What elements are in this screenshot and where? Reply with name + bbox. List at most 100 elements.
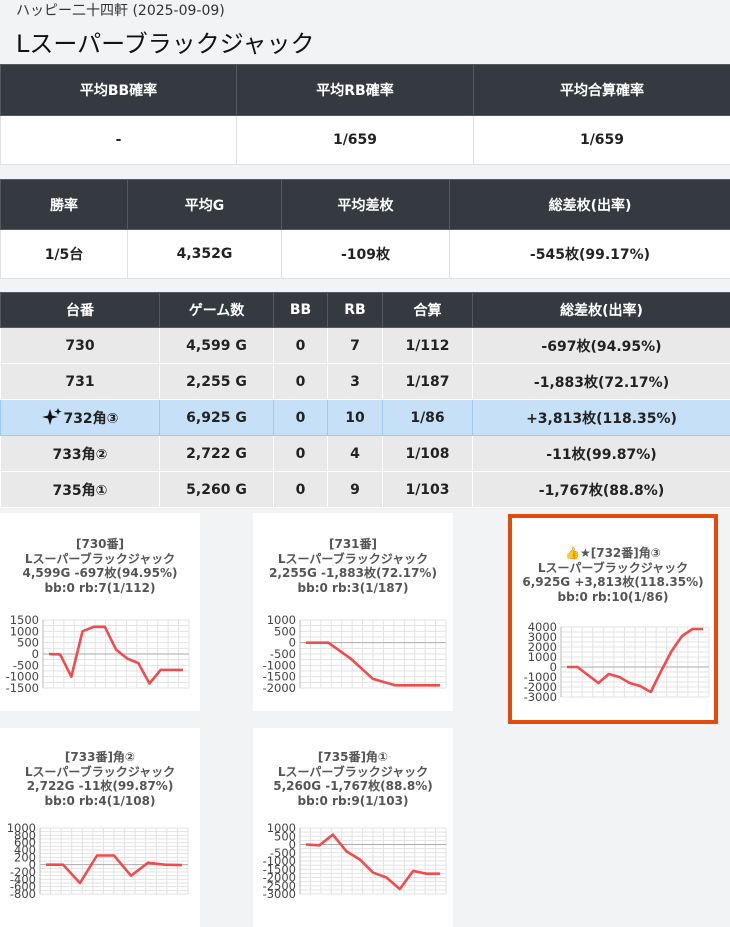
header-avg-games: 平均G — [127, 179, 282, 230]
games-cell: 4,599 G — [159, 327, 274, 364]
cell-text: 0 — [295, 373, 306, 390]
total-diff-cell: +3,813枚(118.35%) — [472, 399, 730, 436]
cell-text: 732角③ — [63, 411, 119, 427]
value-total-diff: -545枚(99.17%) — [449, 229, 730, 279]
y-tick-label: -3000 — [263, 887, 296, 901]
balance-line-chart: 40003000200010000-1000-2000-3000 — [524, 620, 710, 704]
cell-text: +3,813枚(118.35%) — [526, 410, 677, 427]
rb-cell: 3 — [327, 363, 383, 400]
cell-text: 0 — [295, 337, 306, 354]
cell-text: 733角② — [52, 446, 108, 463]
total-diff-cell: -697枚(94.95%) — [472, 327, 730, 364]
total-prob-cell: 1/187 — [382, 363, 473, 400]
header-rb: RB — [327, 292, 383, 328]
cell-text: 7 — [350, 337, 360, 354]
machine-row[interactable]: 731 2,255 G 0 3 1/187 -1,883枚(72.17%) — [0, 363, 730, 400]
cell-text: 10 — [345, 409, 365, 426]
value-avg-bb: - — [0, 115, 237, 165]
cell-text: 4 — [350, 445, 360, 462]
y-tick-label: -800 — [10, 887, 36, 901]
games-cell: 6,925 G — [159, 399, 274, 436]
value-avg-total: 1/659 — [473, 115, 730, 165]
header-bb: BB — [273, 292, 328, 328]
cell-text: -697枚(94.95%) — [541, 338, 662, 355]
cell-text: 6,925 G — [186, 409, 247, 426]
machine-table: 台番 ゲーム数 BB RB 合算 総差枚(出率) 730 4,599 G 0 7 1/1… — [0, 292, 730, 508]
machine-row[interactable]: 735角① 5,260 G 0 9 1/103 -1,767枚(88.8%) — [0, 471, 730, 508]
bb-cell: 0 — [273, 363, 328, 400]
summary-table-results: 勝率 平均G 平均差枚 総差枚(出率) 1/5台 4,352G -109枚 -5… — [0, 179, 730, 279]
value-win-rate: 1/5台 — [0, 229, 128, 279]
games-cell: 2,255 G — [159, 363, 274, 400]
total-diff-cell: -11枚(99.87%) — [472, 435, 730, 472]
bb-cell: 0 — [273, 327, 328, 364]
header-total-diff-rate: 総差枚(出率) — [472, 292, 730, 328]
machine-chart-card[interactable]: [735番]角① Lスーパーブラックジャック 5,260G -1,767枚(88.8… — [253, 728, 453, 927]
cell-text: 3 — [350, 373, 360, 390]
games-cell: 5,260 G — [159, 471, 274, 508]
total-diff-cell: -1,767枚(88.8%) — [472, 471, 730, 508]
total-diff-cell: -1,883枚(72.17%) — [472, 363, 730, 400]
cell-text: 735角① — [52, 482, 108, 499]
total-prob-cell: 1/103 — [382, 471, 473, 508]
header-avg-total: 平均合算確率 — [473, 64, 730, 116]
header-avg-bb: 平均BB確率 — [0, 64, 237, 116]
machine-number-cell: 735角① — [0, 471, 160, 508]
cell-text: 0 — [295, 481, 306, 498]
cell-text: 1/112 — [405, 337, 450, 354]
cell-text: 1/108 — [405, 445, 450, 462]
games-cell: 2,722 G — [159, 435, 274, 472]
machine-chart-card[interactable]: 👍★[732番]角③ Lスーパーブラックジャック 6,925G +3,813枚(11… — [508, 514, 718, 724]
rb-cell: 9 — [327, 471, 383, 508]
header-total-prob: 合算 — [382, 292, 473, 328]
machine-number-cell: 730 — [0, 327, 160, 364]
sparkles-icon — [42, 408, 62, 425]
cell-text: 1/187 — [405, 373, 450, 390]
cell-text: 2,255 G — [186, 373, 247, 390]
cell-text: 0 — [295, 409, 306, 426]
page-title: Lスーパーブラックジャック — [16, 30, 315, 58]
cell-text: -11枚(99.87%) — [546, 446, 657, 463]
rb-cell: 7 — [327, 327, 383, 364]
rb-cell: 4 — [327, 435, 383, 472]
balance-line-chart: 150010005000-500-1000-1500 — [6, 613, 190, 695]
cell-text: 4,599 G — [186, 337, 247, 354]
cell-text: -1,767枚(88.8%) — [538, 482, 665, 499]
balance-line-chart: 10005000-500-1000-1500-2000 — [263, 613, 447, 695]
machine-chart-card[interactable]: [731番] Lスーパーブラックジャック 2,255G -1,883枚(72.17%… — [253, 513, 453, 711]
header-avg-diff: 平均差枚 — [281, 179, 450, 230]
rb-cell: 10 — [327, 399, 383, 436]
bb-cell: 0 — [273, 435, 328, 472]
bb-cell: 0 — [273, 471, 328, 508]
cell-text: 9 — [350, 481, 360, 498]
machine-number-cell: 731 — [0, 363, 160, 400]
cell-text: 1/86 — [410, 409, 445, 426]
cell-text: 731 — [65, 373, 95, 390]
bb-cell: 0 — [273, 399, 328, 436]
total-prob-cell: 1/112 — [382, 327, 473, 364]
machine-row[interactable]: 732角③ 6,925 G 0 10 1/86 +3,813枚(118.35%) — [0, 399, 730, 436]
summary-table-probability: 平均BB確率 平均RB確率 平均合算確率 - 1/659 1/659 — [0, 64, 730, 165]
cell-text: 730 — [65, 337, 95, 354]
cell-text: 2,722 G — [186, 445, 247, 462]
cell-text: -1,883枚(72.17%) — [533, 374, 670, 391]
balance-line-chart: 10005000-500-1000-1500-2000-2500-3000 — [263, 821, 447, 901]
balance-line-chart: 10008006004002000-200-400-600-800 — [7, 821, 189, 901]
machine-chart-card[interactable]: [730番] Lスーパーブラックジャック 4,599G -697枚(94.95%) b… — [0, 513, 200, 711]
total-prob-cell: 1/86 — [382, 399, 473, 436]
header-win-rate: 勝率 — [0, 179, 128, 230]
header-total-diff: 総差枚(出率) — [449, 179, 730, 230]
header-avg-rb: 平均RB確率 — [236, 64, 474, 116]
machine-chart-card[interactable]: [733番]角② Lスーパーブラックジャック 2,722G -11枚(99.87%)… — [0, 728, 200, 927]
value-avg-games: 4,352G — [127, 229, 282, 279]
machine-row[interactable]: 733角② 2,722 G 0 4 1/108 -11枚(99.87%) — [0, 435, 730, 472]
y-tick-label: -1500 — [6, 681, 39, 695]
machine-number-cell: 733角② — [0, 435, 160, 472]
header-machine-number: 台番 — [0, 292, 160, 328]
y-tick-label: -3000 — [524, 690, 557, 704]
machine-row[interactable]: 730 4,599 G 0 7 1/112 -697枚(94.95%) — [0, 327, 730, 364]
cell-text: 0 — [295, 445, 306, 462]
y-tick-label: -2000 — [263, 681, 296, 695]
cell-text: 1/103 — [405, 481, 450, 498]
machine-number-cell: 732角③ — [0, 399, 160, 436]
